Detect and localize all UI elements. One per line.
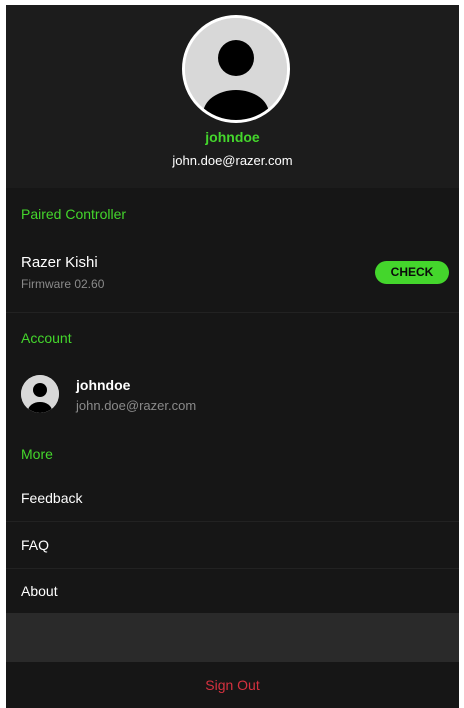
- profile-screen: johndoe john.doe@razer.com Paired Contro…: [6, 5, 459, 708]
- menu-item-about[interactable]: About: [6, 568, 459, 614]
- divider: [6, 312, 459, 313]
- section-title-account: Account: [21, 330, 72, 346]
- menu-item-feedback[interactable]: Feedback: [6, 475, 459, 521]
- account-username: johndoe: [76, 377, 131, 393]
- menu-item-faq[interactable]: FAQ: [6, 522, 459, 568]
- profile-header: johndoe john.doe@razer.com: [6, 5, 459, 188]
- profile-avatar-icon: [182, 15, 290, 123]
- spacer-band: [6, 613, 459, 662]
- device-firmware: Firmware 02.60: [21, 277, 105, 291]
- header-username: johndoe: [205, 129, 260, 145]
- device-name: Razer Kishi: [21, 254, 98, 271]
- sign-out-button[interactable]: Sign Out: [6, 662, 459, 708]
- header-email: john.doe@razer.com: [172, 153, 293, 168]
- account-avatar-icon: [21, 375, 59, 413]
- section-title-paired-controller: Paired Controller: [21, 206, 127, 222]
- section-title-more: More: [21, 446, 53, 462]
- check-firmware-button[interactable]: CHECK: [375, 261, 449, 284]
- account-email: john.doe@razer.com: [76, 398, 197, 413]
